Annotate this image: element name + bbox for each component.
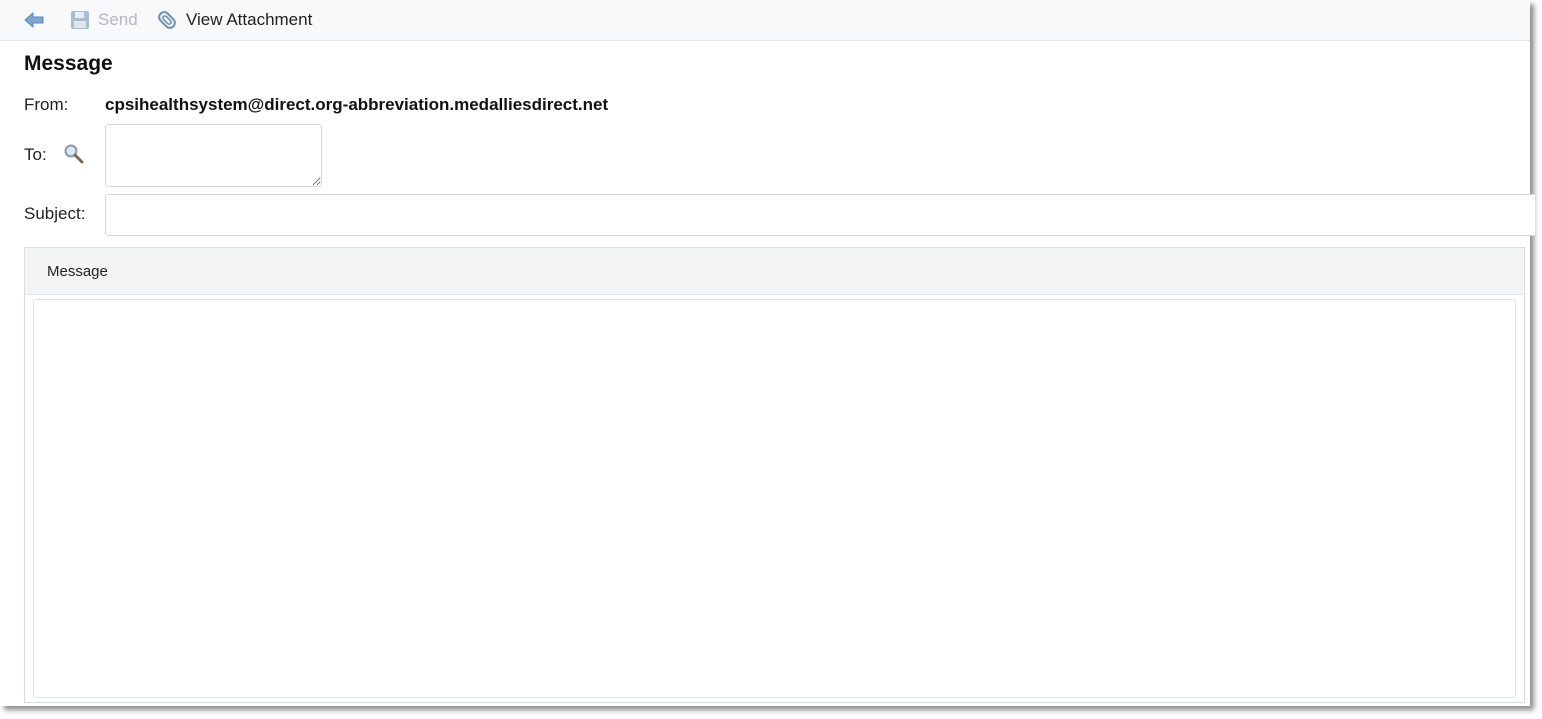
back-button[interactable] — [24, 0, 46, 40]
toolbar: Send View Attachment — [0, 0, 1530, 41]
to-label: To: — [24, 145, 47, 164]
page-title: Message — [24, 52, 113, 75]
from-value: cpsihealthsystem@direct.org-abbreviation… — [105, 95, 609, 114]
message-panel-header: Message — [25, 248, 1524, 295]
floppy-disk-icon — [70, 10, 90, 30]
paperclip-icon — [156, 9, 178, 31]
subject-label: Subject: — [24, 204, 86, 223]
back-arrow-icon — [24, 12, 44, 28]
magnifier-icon — [64, 144, 84, 164]
from-label: From: — [24, 95, 69, 114]
send-button[interactable]: Send — [70, 0, 138, 40]
send-label: Send — [98, 10, 138, 29]
message-panel: Message — [24, 247, 1525, 703]
compose-message-window: Send View Attachment Message From: cpsih… — [0, 0, 1535, 706]
subject-field[interactable] — [105, 194, 1535, 236]
view-attachment-button[interactable]: View Attachment — [156, 0, 312, 40]
to-field[interactable] — [105, 124, 322, 187]
message-body-editor[interactable] — [33, 299, 1516, 698]
view-attachment-label: View Attachment — [186, 10, 313, 29]
recipient-search-button[interactable] — [62, 142, 86, 166]
